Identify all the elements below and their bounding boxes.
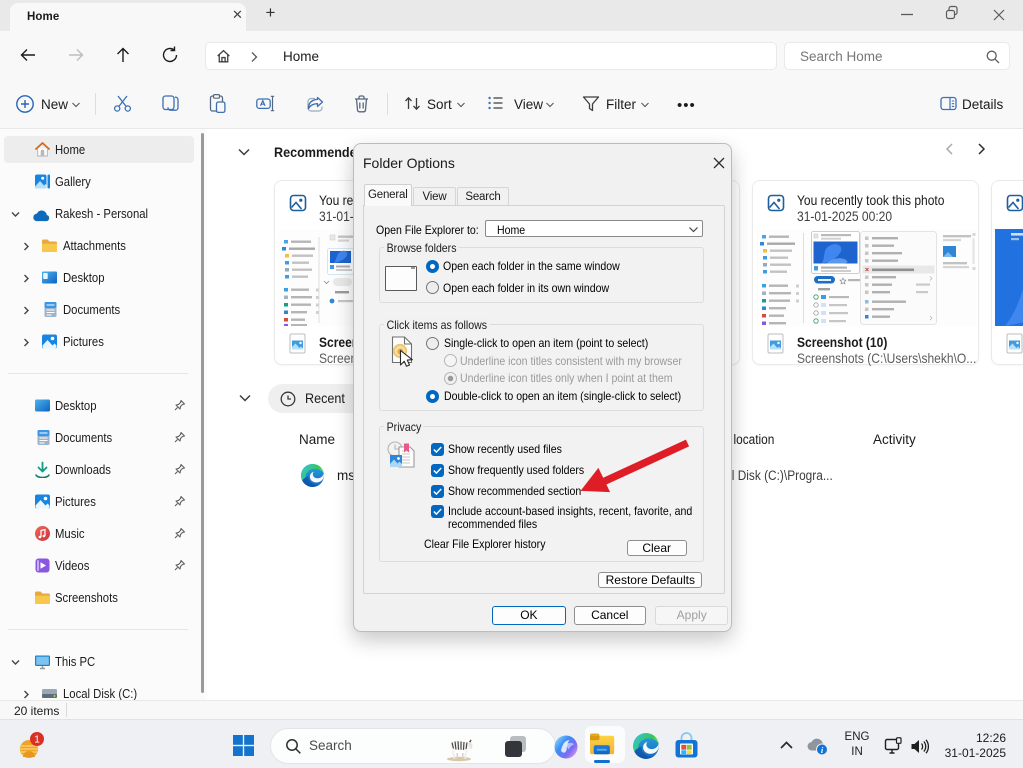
svg-text:1: 1: [34, 734, 40, 745]
